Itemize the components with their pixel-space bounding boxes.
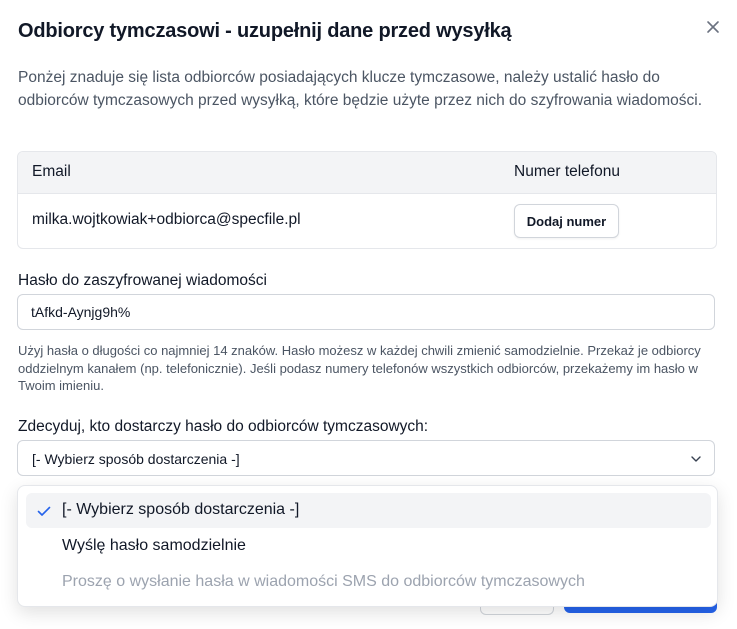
column-header-email: Email	[32, 163, 71, 180]
password-input[interactable]	[17, 294, 715, 330]
delivery-label: Zdecyduj, kto dostarczy hasło do odbiorc…	[18, 418, 429, 435]
add-phone-button[interactable]: Dodaj numer	[514, 204, 619, 238]
option-label: Proszę o wysłanie hasła w wiadomości SMS…	[62, 573, 585, 590]
recipient-email: milka.wojtkowiak+odbiorca@specfile.pl	[32, 211, 301, 228]
dialog-description: Ponżej znaduje się lista odbiorców posia…	[18, 69, 703, 109]
option-send-myself[interactable]: Wyślę hasło samodzielnie	[26, 529, 711, 564]
check-icon	[37, 506, 51, 516]
option-label: Wyślę hasło samodzielnie	[62, 537, 246, 554]
chevron-down-icon	[691, 456, 701, 462]
option-send-sms: Proszę o wysłanie hasła w wiadomości SMS…	[26, 565, 711, 600]
password-label: Hasło do zaszyfrowanej wiadomości	[18, 272, 267, 289]
close-icon[interactable]	[701, 15, 725, 39]
delivery-selected-value: [- Wybierz sposób dostarczenia -]	[32, 451, 240, 467]
table-row: milka.wojtkowiak+odbiorca@specfile.pl Do…	[18, 194, 716, 248]
table-header: Email Numer telefonu	[18, 152, 716, 194]
delivery-method-select[interactable]: [- Wybierz sposób dostarczenia -]	[17, 440, 715, 476]
recipients-table: Email Numer telefonu milka.wojtkowiak+od…	[17, 151, 717, 249]
column-header-phone: Numer telefonu	[514, 163, 620, 180]
password-hint: Użyj hasła o długości co najmniej 14 zna…	[18, 343, 701, 393]
option-label: [- Wybierz sposób dostarczenia -]	[62, 501, 300, 518]
temporary-recipients-dialog: Odbiorcy tymczasowi - uzupełnij dane prz…	[0, 0, 737, 629]
delivery-options-dropdown: [- Wybierz sposób dostarczenia -] Wyślę …	[17, 485, 718, 607]
option-choose-method[interactable]: [- Wybierz sposób dostarczenia -]	[26, 493, 711, 528]
dialog-title: Odbiorcy tymczasowi - uzupełnij dane prz…	[18, 20, 512, 42]
